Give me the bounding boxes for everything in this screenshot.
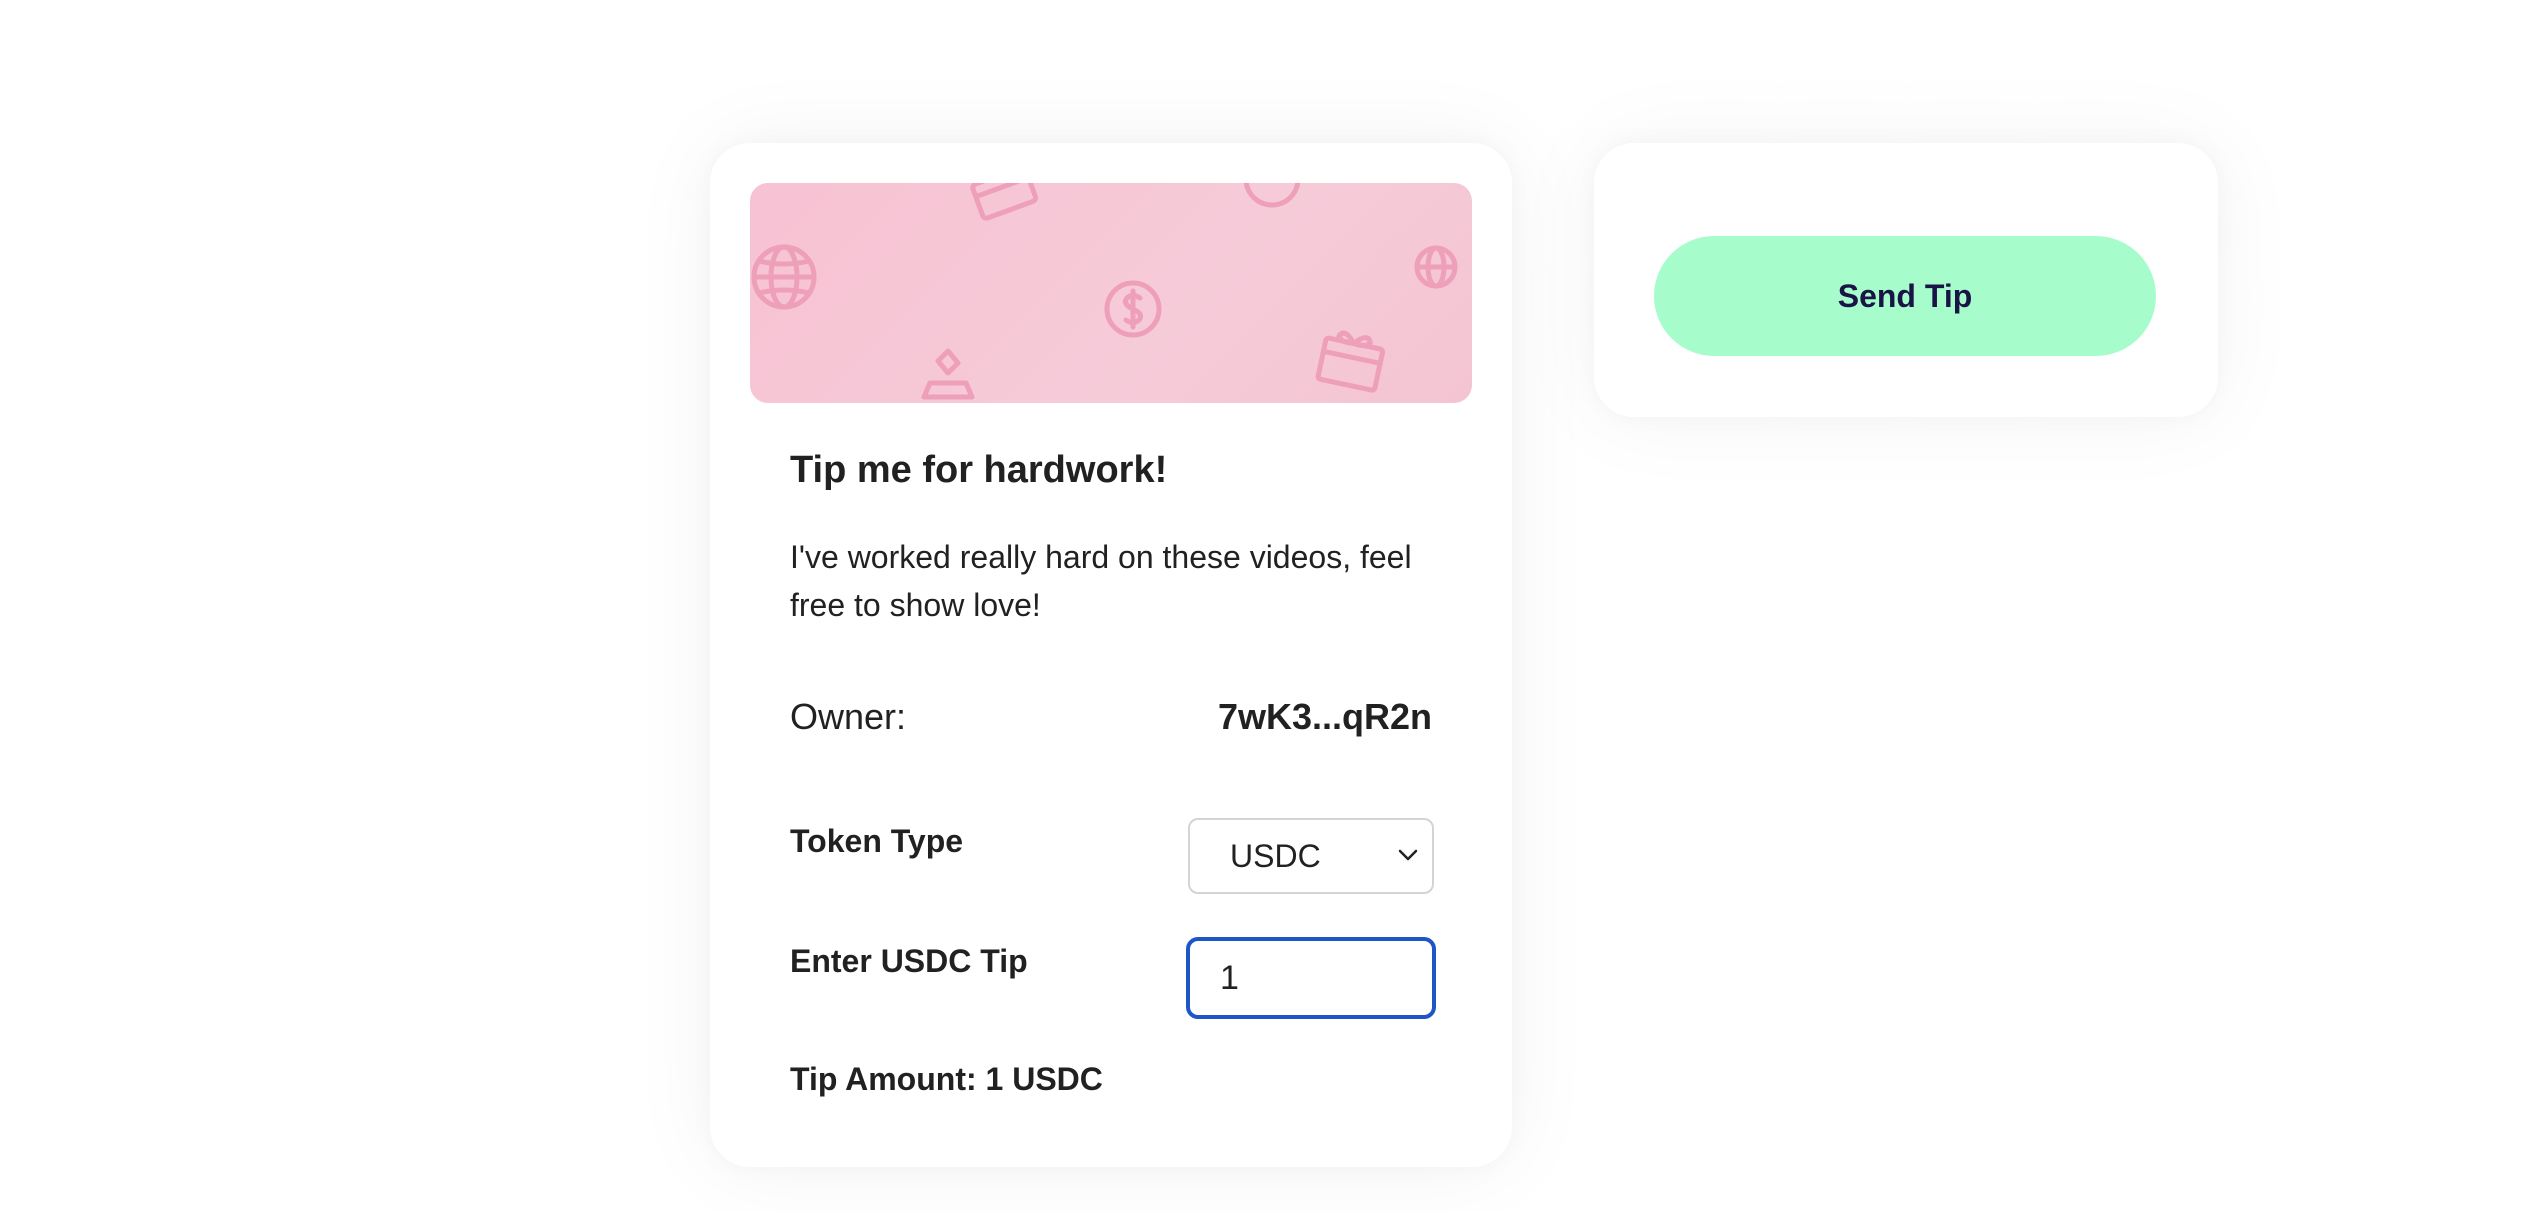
tip-title: Tip me for hardwork! <box>790 449 1168 491</box>
gift-icon <box>1315 330 1386 393</box>
wallet-icon <box>970 183 1039 221</box>
tip-amount-summary: Tip Amount: 1 USDC <box>790 1061 1103 1097</box>
owner-label: Owner: <box>790 696 907 737</box>
tip-description: I've worked really hard on these videos,… <box>790 539 1412 623</box>
coin-icon <box>1243 183 1301 208</box>
owner-address: 7wK3...qR2n <box>1217 696 1432 737</box>
tip-amount-label: Enter USDC Tip <box>790 943 1028 979</box>
globe-icon <box>751 244 817 310</box>
diamond-icon <box>921 348 975 400</box>
send-tip-panel: Send Tip <box>1594 143 2218 417</box>
tip-banner <box>750 183 1472 403</box>
send-tip-button[interactable]: Send Tip <box>1654 236 2156 356</box>
token-type-selected: USDC <box>1230 838 1321 874</box>
coin-icon <box>1104 280 1162 338</box>
chevron-down-icon <box>1398 849 1418 861</box>
tip-amount-input[interactable] <box>1186 937 1436 1019</box>
globe-icon <box>1414 245 1458 289</box>
token-type-label: Token Type <box>790 823 964 859</box>
tip-card: Tip me for hardwork! I've worked really … <box>710 143 1512 1167</box>
banner-pattern <box>751 183 1458 400</box>
token-type-select[interactable]: USDC <box>1188 818 1434 894</box>
